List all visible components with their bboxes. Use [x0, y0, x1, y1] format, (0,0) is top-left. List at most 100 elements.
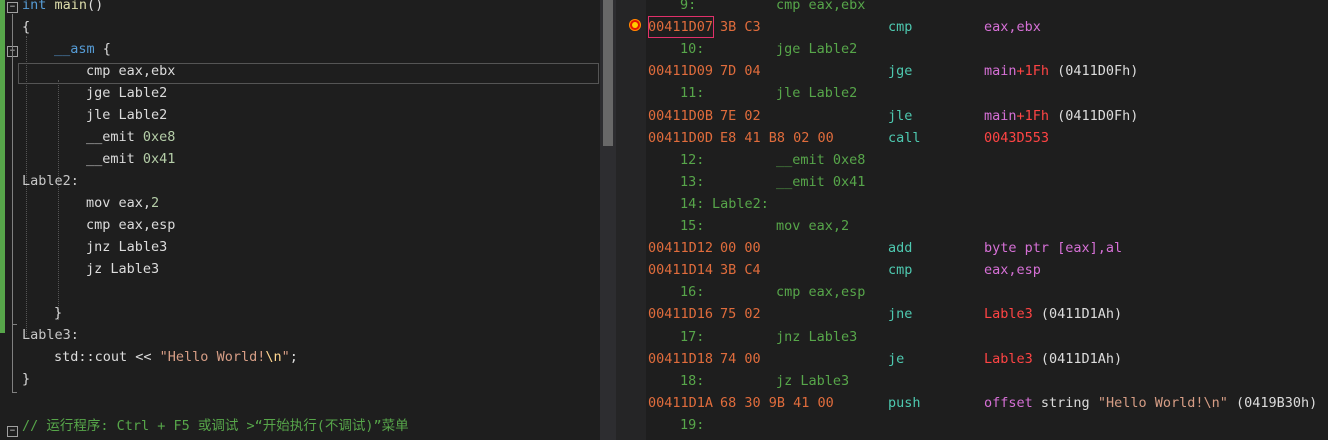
source-code: cmp eax,ebx — [776, 0, 866, 13]
address: 00411D12 — [648, 240, 714, 257]
line-number: 14: — [680, 195, 705, 212]
source-code: __emit 0x41 — [776, 173, 866, 190]
mnemonic: jge — [888, 63, 913, 80]
code-line-cout: std::cout << "Hello World!\n"; — [54, 349, 298, 365]
line-number: 13: — [680, 173, 705, 190]
source-code: jz Lable3 — [776, 372, 850, 389]
disassembly-window[interactable]: 9: cmp eax,ebx 00411D07 3B C3 cmp eax,ebx 10: j… — [616, 0, 1328, 440]
operand-symbol: main — [984, 107, 1017, 124]
vertical-scrollbar[interactable] — [600, 0, 616, 440]
mnemonic: add — [888, 240, 913, 257]
operand-offset: +1Fh — [1016, 63, 1050, 80]
operand-offset: +1Fh — [1016, 107, 1050, 124]
code-line-emit: __emit 0xe8 — [86, 129, 176, 145]
code-line-asm: __asm { — [54, 41, 111, 57]
operand-text: eax,esp — [984, 262, 1041, 279]
operand-address: (0411D0Fh) — [1049, 107, 1139, 124]
operand: main+1Fh (0411D0Fh) — [984, 60, 1138, 82]
source-line-row: 14: Lable2: — [616, 193, 1328, 215]
instruction-row[interactable]: 00411D18 74 00 je Lable3 (0411D1Ah) — [616, 348, 1328, 370]
mnemonic: push — [888, 394, 921, 411]
address: 00411D09 — [648, 63, 714, 80]
code-line-jle: jle Lable2 — [86, 107, 168, 123]
line-number: 9: — [680, 0, 697, 13]
code-bytes: 00 00 — [720, 240, 761, 257]
address: 00411D1A — [648, 394, 714, 411]
address: 00411D14 — [648, 262, 714, 279]
code-line-cmp: cmp eax,ebx — [86, 63, 176, 79]
code-line-main: int main() — [22, 0, 104, 13]
line-number: 10: — [680, 41, 705, 58]
code-comment: // 运行程序: Ctrl + F5 或调试 >“开始执行(不调试)”菜单 — [22, 418, 409, 434]
fold-toggle-icon[interactable]: − — [7, 426, 18, 437]
operand: eax,esp — [984, 259, 1041, 281]
line-number: 18: — [680, 372, 705, 389]
mnemonic: jle — [888, 107, 913, 124]
line-number: 16: — [680, 284, 705, 301]
mnemonic: je — [888, 350, 905, 367]
operand-string: "Hello World!\n" — [1097, 394, 1228, 411]
source-code: jle Lable2 — [776, 85, 858, 102]
source-line-row: 12: __emit 0xe8 — [616, 149, 1328, 171]
code-line-cmp: cmp eax,esp — [86, 217, 176, 233]
address: 00411D18 — [648, 350, 714, 367]
code-line: { — [22, 19, 31, 35]
instruction-row[interactable]: 00411D1A 68 30 9B 41 00 push offset string … — [616, 392, 1328, 414]
line-number: 11: — [680, 85, 705, 102]
instruction-row[interactable]: 00411D0B 7E 02 jle main+1Fh (0411D0Fh) — [616, 105, 1328, 127]
source-line-row: 16: cmp eax,esp — [616, 281, 1328, 303]
operand-address: (0419B30h) — [1227, 394, 1318, 411]
instruction-row[interactable]: 00411D07 3B C3 cmp eax,ebx — [616, 16, 1328, 38]
code-line-jz: jz Lable3 — [86, 261, 160, 277]
operand-address: (0411D1Ah) — [1032, 350, 1123, 367]
code-line-label: Lable3: — [22, 327, 79, 343]
line-number: 17: — [680, 328, 705, 345]
source-line-row: 19: — [616, 414, 1328, 436]
source-line-row: 13: __emit 0x41 — [616, 171, 1328, 193]
instruction-row[interactable]: 00411D12 00 00 add byte ptr [eax],al — [616, 237, 1328, 259]
source-code: cmp eax,esp — [776, 284, 866, 301]
source-code: __emit 0xe8 — [776, 151, 866, 168]
code-bytes: 3B C3 — [720, 19, 761, 36]
code-bytes: 75 02 — [720, 306, 761, 323]
source-editor[interactable]: − − − int main() { __asm { cmp eax,ebx j… — [0, 0, 600, 440]
operand: main+1Fh (0411D0Fh) — [984, 105, 1138, 127]
source-line-row — [616, 436, 1328, 440]
line-number: 12: — [680, 151, 705, 168]
operand: byte ptr [eax],al — [984, 237, 1122, 259]
fold-toggle-icon[interactable]: − — [7, 2, 18, 13]
code-line-label: Lable2: — [22, 173, 79, 189]
operand-text: [eax],al — [1057, 240, 1123, 257]
mnemonic: cmp — [888, 262, 913, 279]
code-bytes: 7E 02 — [720, 107, 761, 124]
code-line: } — [22, 371, 31, 387]
mnemonic: cmp — [888, 19, 913, 36]
line-number: 19: — [680, 416, 705, 433]
address: 00411D0B — [648, 107, 714, 124]
operand: 0043D553 — [984, 127, 1049, 149]
instruction-row[interactable]: 00411D14 3B C4 cmp eax,esp — [616, 259, 1328, 281]
instruction-row[interactable]: 00411D16 75 02 jne Lable3 (0411D1Ah) — [616, 303, 1328, 325]
source-line-row: 11: jle Lable2 — [616, 82, 1328, 104]
scrollbar-thumb[interactable] — [603, 0, 613, 146]
instruction-row[interactable]: 00411D09 7D 04 jge main+1Fh (0411D0Fh) — [616, 60, 1328, 82]
source-code: jge Lable2 — [776, 41, 858, 58]
operand-text: eax,ebx — [984, 19, 1041, 36]
operand-symbol: Lable3 — [984, 306, 1033, 323]
operand: eax,ebx — [984, 16, 1041, 38]
instruction-row[interactable]: 00411D0D E8 41 B8 02 00 call 0043D553 — [616, 127, 1328, 149]
code-bytes: 74 00 — [720, 350, 761, 367]
operand-address: (0411D1Ah) — [1032, 306, 1123, 323]
address: 00411D16 — [648, 306, 714, 323]
code-bytes: 7D 04 — [720, 63, 761, 80]
changes-indicator-bar — [0, 0, 5, 333]
code-bytes: E8 41 B8 02 00 — [720, 129, 834, 146]
code-line-jnz: jnz Lable3 — [86, 239, 168, 255]
fold-guide-end — [12, 392, 17, 393]
operand: Lable3 (0411D1Ah) — [984, 348, 1122, 370]
code-bytes: 68 30 9B 41 00 — [720, 394, 834, 411]
code-bytes: 3B C4 — [720, 262, 761, 279]
source-line-row: 17: jnz Lable3 — [616, 326, 1328, 348]
call-target: 0043D553 — [984, 129, 1050, 146]
line-number: 15: — [680, 218, 705, 234]
